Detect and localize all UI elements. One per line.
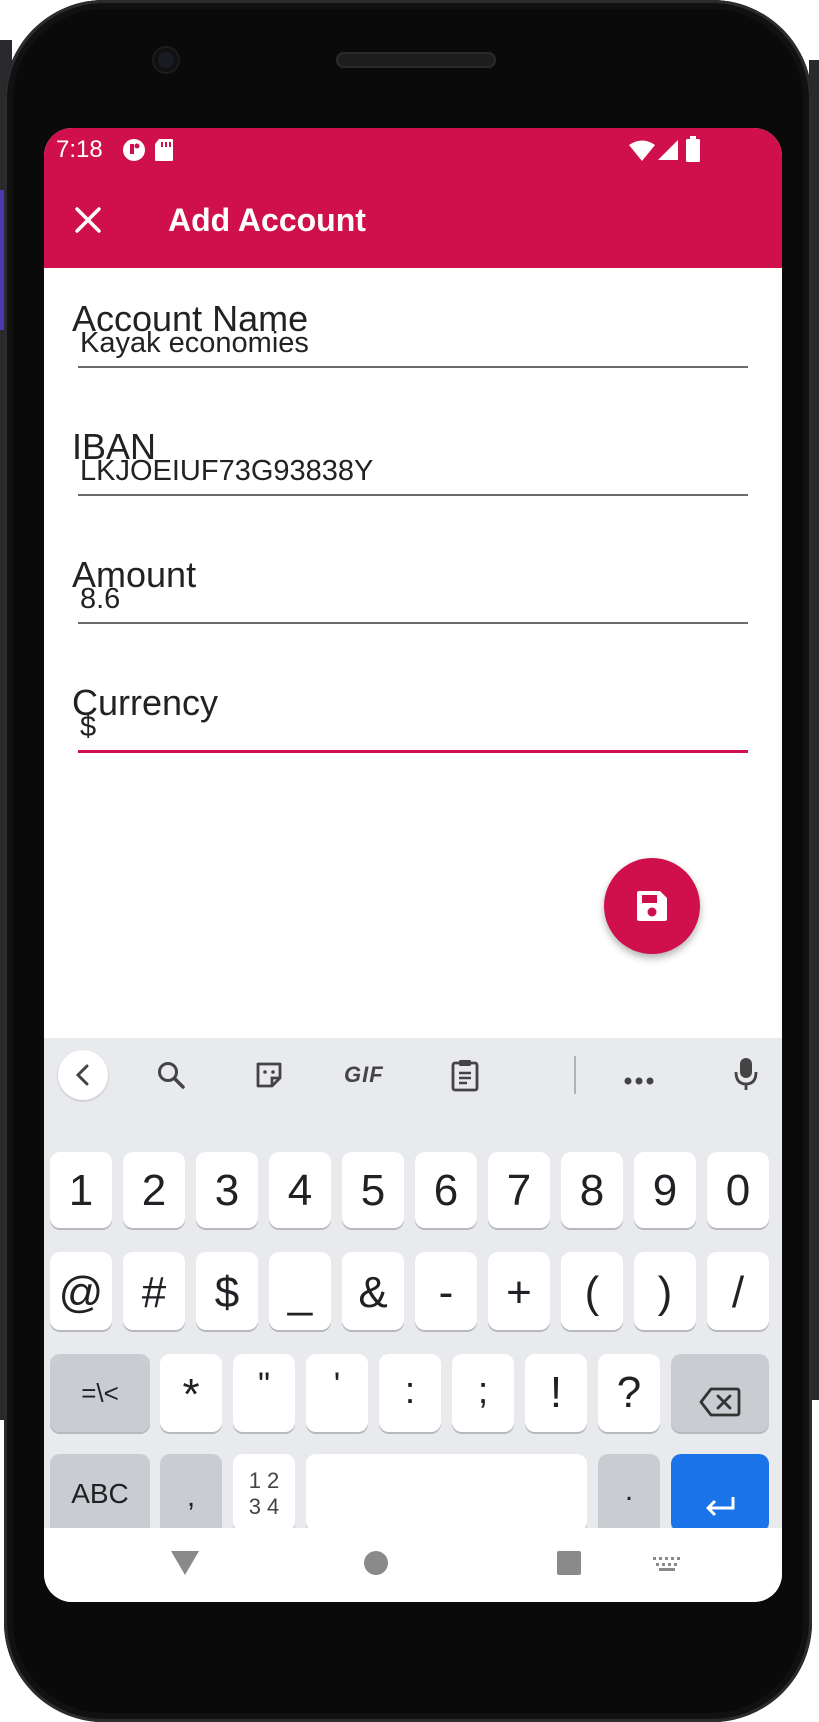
numpad-key-top: 1 2 [248, 1468, 280, 1493]
key-plus[interactable]: + [488, 1252, 550, 1330]
search-icon[interactable] [156, 1060, 186, 1095]
key-9[interactable]: 9 [634, 1152, 696, 1228]
key-underscore[interactable]: _ [269, 1252, 331, 1330]
key-0[interactable]: 0 [707, 1152, 769, 1228]
phone-frame: 7:18 Add Account Account Name Kayak econ… [4, 0, 812, 1722]
backspace-icon [699, 1378, 741, 1428]
currency-input[interactable] [78, 711, 740, 744]
nav-recents-icon[interactable] [556, 1550, 582, 1581]
key-hash[interactable]: # [123, 1252, 185, 1330]
key-open-paren[interactable]: ( [561, 1252, 623, 1330]
period-key[interactable]: . [598, 1454, 660, 1532]
key-apostrophe[interactable]: ' [306, 1354, 368, 1432]
key-8[interactable]: 8 [561, 1152, 623, 1228]
keyboard-back-button[interactable] [58, 1050, 108, 1100]
enter-icon [703, 1480, 737, 1530]
more-icon[interactable] [624, 1072, 654, 1090]
notification-app-icon [122, 138, 146, 167]
key-at[interactable]: @ [50, 1252, 112, 1330]
backspace-key[interactable] [671, 1354, 769, 1432]
iban-field[interactable] [78, 436, 748, 496]
key-symbols-more[interactable]: =\< [50, 1354, 150, 1432]
amount-input[interactable] [78, 583, 740, 616]
front-camera [154, 48, 178, 72]
account-name-field[interactable] [78, 308, 748, 368]
save-button[interactable] [604, 858, 700, 954]
key-7[interactable]: 7 [488, 1152, 550, 1228]
comma-key[interactable]: , [160, 1454, 222, 1532]
currency-field[interactable] [78, 692, 748, 753]
space-key[interactable] [306, 1454, 587, 1532]
sd-card-icon [154, 138, 174, 167]
numpad-key[interactable]: 1 2 3 4 [233, 1454, 295, 1532]
save-icon [635, 889, 669, 928]
key-semicolon[interactable]: ; [452, 1354, 514, 1432]
chevron-left-icon [74, 1064, 92, 1091]
key-6[interactable]: 6 [415, 1152, 477, 1228]
keyboard-switch-icon[interactable] [652, 1556, 682, 1577]
iban-input[interactable] [78, 455, 740, 488]
key-colon[interactable]: : [379, 1354, 441, 1432]
app-bar: Add Account [44, 174, 782, 268]
mic-icon[interactable] [734, 1056, 758, 1097]
numpad-key-bottom: 3 4 [248, 1494, 280, 1519]
key-exclamation[interactable]: ! [525, 1354, 587, 1432]
earpiece-speaker [336, 52, 496, 68]
account-name-input[interactable] [78, 327, 740, 360]
close-icon[interactable] [74, 206, 102, 239]
key-dollar[interactable]: $ [196, 1252, 258, 1330]
amount-field[interactable] [78, 564, 748, 624]
cell-signal-icon [656, 138, 680, 167]
key-slash[interactable]: / [707, 1252, 769, 1330]
abc-key[interactable]: ABC [50, 1454, 150, 1532]
key-minus[interactable]: - [415, 1252, 477, 1330]
key-5[interactable]: 5 [342, 1152, 404, 1228]
page-title: Add Account [168, 202, 366, 238]
sticker-icon[interactable] [254, 1060, 284, 1095]
key-ampersand[interactable]: & [342, 1252, 404, 1330]
phone-screen: 7:18 Add Account Account Name Kayak econ… [44, 128, 782, 1602]
key-2[interactable]: 2 [123, 1152, 185, 1228]
clipboard-icon[interactable] [450, 1058, 480, 1097]
enter-key[interactable] [671, 1454, 769, 1532]
gif-button[interactable]: GIF [344, 1062, 384, 1088]
key-question[interactable]: ? [598, 1354, 660, 1432]
soft-keyboard: GIF 1 2 3 4 5 6 7 8 9 0 @ # $ _ & - + (… [44, 1038, 782, 1532]
key-4[interactable]: 4 [269, 1152, 331, 1228]
key-asterisk[interactable]: * [160, 1354, 222, 1432]
key-double-quote[interactable]: " [233, 1354, 295, 1432]
toolbar-divider [574, 1056, 576, 1094]
status-time: 7:18 [56, 136, 103, 163]
keyboard-toolbar: GIF [44, 1038, 782, 1116]
key-1[interactable]: 1 [50, 1152, 112, 1228]
key-close-paren[interactable]: ) [634, 1252, 696, 1330]
nav-back-icon[interactable] [170, 1550, 200, 1581]
battery-icon [686, 136, 700, 167]
wifi-icon [628, 140, 656, 167]
nav-home-icon[interactable] [363, 1550, 389, 1581]
key-3[interactable]: 3 [196, 1152, 258, 1228]
system-nav-bar [44, 1528, 782, 1602]
status-bar: 7:18 [44, 128, 782, 174]
